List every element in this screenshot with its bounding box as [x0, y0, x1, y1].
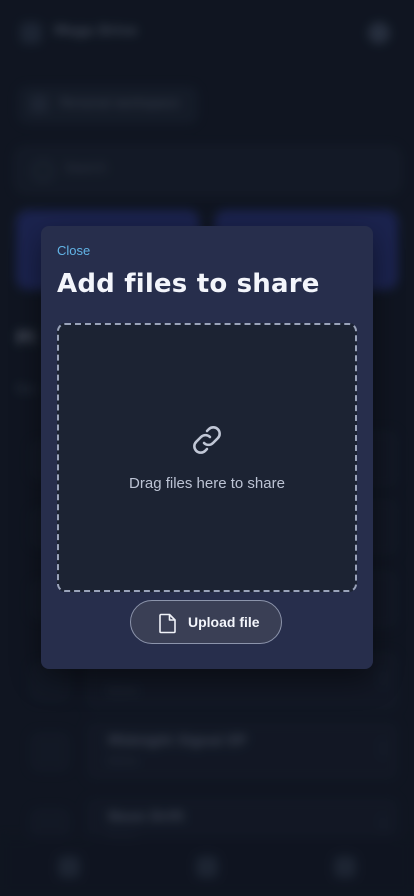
file-dropzone[interactable]: Drag files here to share	[57, 323, 357, 592]
link-icon	[193, 426, 221, 454]
add-files-modal: Close Add files to share Drag files here…	[41, 226, 373, 669]
file-icon	[159, 613, 176, 634]
upload-file-button[interactable]: Upload file	[130, 600, 282, 644]
modal-title: Add files to share	[57, 269, 320, 299]
close-button[interactable]: Close	[57, 243, 90, 258]
dropzone-text: Drag files here to share	[129, 475, 285, 492]
upload-file-label: Upload file	[188, 614, 260, 630]
